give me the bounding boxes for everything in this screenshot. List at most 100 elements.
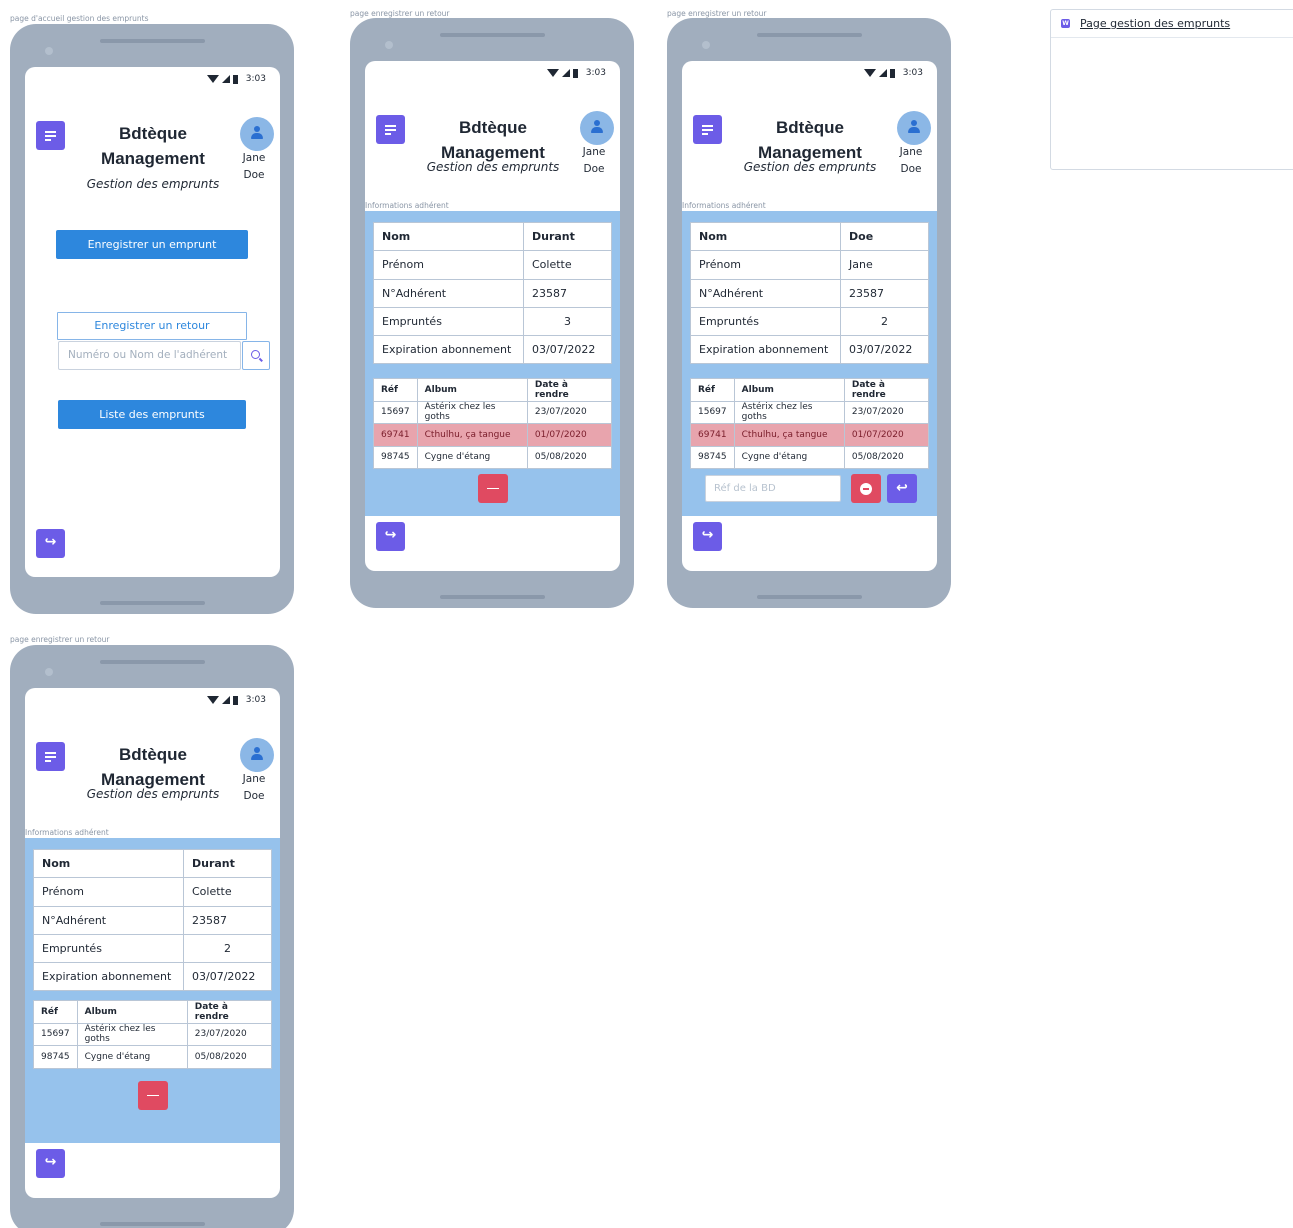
phone-return-1: 3:03 Bdtèque Management Gestion des empr… bbox=[350, 18, 634, 608]
cell: 2 bbox=[183, 933, 272, 964]
remove-button[interactable] bbox=[138, 1081, 168, 1110]
cell: Empruntés bbox=[690, 306, 841, 337]
status-bar: 3:03 bbox=[546, 68, 606, 78]
battery-icon bbox=[232, 695, 238, 705]
user-last-name: Doe bbox=[243, 790, 265, 802]
app-subtitle: Gestion des emprunts bbox=[86, 177, 220, 191]
table-row[interactable]: 98745 Cygne d'étang 05/08/2020 bbox=[690, 445, 930, 469]
loan-list-button[interactable]: Liste des emprunts bbox=[58, 400, 246, 429]
cell: Astérix chez les goths bbox=[416, 400, 528, 424]
cell: Prénom bbox=[373, 250, 524, 280]
speaker bbox=[100, 39, 205, 43]
menu-button[interactable] bbox=[36, 121, 65, 150]
user-first-name: Jane bbox=[242, 152, 266, 164]
cell: 05/08/2020 bbox=[843, 445, 930, 469]
cell: 23587 bbox=[840, 278, 929, 308]
avatar[interactable] bbox=[580, 111, 614, 145]
share-forward-icon[interactable]: ↪ bbox=[693, 522, 722, 551]
status-time: 3:03 bbox=[902, 68, 923, 78]
cell: Expiration abonnement bbox=[690, 335, 841, 365]
member-info-table: Nom Durant Prénom Colette N°Adhérent 23587 … bbox=[33, 848, 272, 992]
menu-icon-line bbox=[45, 139, 51, 141]
table-row[interactable]: 15697 Astérix chez les goths 23/07/2020 bbox=[33, 1022, 273, 1046]
cell: Jane bbox=[840, 250, 929, 280]
col-header: Réf bbox=[373, 378, 418, 402]
status-time: 3:03 bbox=[245, 74, 266, 84]
cell: 01/07/2020 bbox=[843, 423, 930, 447]
table-row[interactable]: 15697 Astérix chez les goths 23/07/2020 bbox=[690, 400, 930, 424]
menu-icon bbox=[702, 125, 713, 127]
page-link[interactable]: Page gestion des emprunts bbox=[1080, 17, 1230, 30]
user-icon bbox=[254, 747, 260, 753]
return-screen-1: 3:03 Bdtèque Management Gestion des empr… bbox=[365, 61, 620, 571]
cell: 23/07/2020 bbox=[186, 1022, 273, 1046]
share-forward-icon[interactable]: ↪ bbox=[36, 529, 65, 558]
register-loan-button[interactable]: Enregistrer un emprunt bbox=[56, 230, 248, 259]
wifi-icon bbox=[206, 696, 219, 704]
section-label: Informations adhérent bbox=[682, 201, 766, 210]
table-row[interactable]: 15697 Astérix chez les goths 23/07/2020 bbox=[373, 400, 613, 424]
cell: Nom bbox=[373, 221, 524, 252]
cell: Colette bbox=[523, 250, 612, 280]
member-info-table: Nom Doe Prénom Jane N°Adhérent 23587 Emprun… bbox=[690, 221, 929, 365]
camera bbox=[45, 47, 53, 55]
minus-circle-bar bbox=[863, 487, 869, 490]
avatar[interactable] bbox=[240, 738, 274, 772]
menu-button[interactable] bbox=[36, 742, 65, 771]
menu-button[interactable] bbox=[376, 115, 405, 144]
return-screen-3: 3:03 Bdtèque Management Gestion des empr… bbox=[25, 688, 280, 1198]
battery-icon bbox=[572, 68, 578, 78]
cell: 2 bbox=[840, 306, 929, 337]
table-row[interactable]: 69741 Cthulhu, ça tangue 01/07/2020 bbox=[690, 423, 930, 447]
table-row[interactable]: 69741 Cthulhu, ça tangue 01/07/2020 bbox=[373, 423, 613, 447]
cell: Expiration abonnement bbox=[373, 335, 524, 365]
status-time: 3:03 bbox=[585, 68, 606, 78]
menu-icon bbox=[45, 752, 56, 754]
user-icon-body bbox=[908, 127, 920, 133]
menu-button[interactable] bbox=[693, 115, 722, 144]
cell: 03/07/2022 bbox=[840, 335, 929, 365]
member-search-input[interactable]: Numéro ou Nom de l'adhérent bbox=[58, 341, 241, 370]
user-last-name: Doe bbox=[243, 169, 265, 181]
app-subtitle: Gestion des emprunts bbox=[426, 160, 560, 174]
cell: Durant bbox=[183, 848, 272, 879]
avatar[interactable] bbox=[897, 111, 931, 145]
app-subtitle: Gestion des emprunts bbox=[743, 160, 877, 174]
cell: N°Adhérent bbox=[33, 905, 184, 935]
app-title: Bdtèque Management bbox=[413, 115, 573, 165]
share-forward-icon[interactable]: ↪ bbox=[36, 1149, 65, 1178]
cell: 05/08/2020 bbox=[186, 1045, 273, 1069]
remove-button[interactable] bbox=[478, 474, 508, 503]
page-badge: W bbox=[1061, 19, 1070, 28]
cell: 01/07/2020 bbox=[526, 423, 613, 447]
avatar[interactable] bbox=[240, 117, 274, 151]
cell: 98745 bbox=[33, 1045, 78, 1069]
status-bar: 3:03 bbox=[206, 74, 266, 84]
user-first-name: Jane bbox=[899, 146, 923, 158]
cell: 23587 bbox=[523, 278, 612, 308]
minus-icon bbox=[487, 487, 499, 490]
search-button[interactable] bbox=[242, 341, 270, 370]
cell: 03/07/2022 bbox=[183, 962, 272, 992]
share-forward-icon[interactable]: ↪ bbox=[376, 522, 405, 551]
cell: Cthulhu, ça tangue bbox=[733, 423, 845, 447]
loan-table: Réf Album Date à rendre 15697 Astérix chez … bbox=[373, 378, 613, 469]
app-title: Bdtèque Management bbox=[730, 115, 890, 165]
loan-table: Réf Album Date à rendre 15697 Astérix chez … bbox=[690, 378, 930, 469]
cell: Colette bbox=[183, 877, 272, 907]
cell: Cthulhu, ça tangue bbox=[416, 423, 528, 447]
cell: Cygne d'étang bbox=[76, 1045, 188, 1069]
cell: Nom bbox=[33, 848, 184, 879]
user-icon bbox=[911, 120, 917, 126]
cell: 98745 bbox=[690, 445, 735, 469]
bd-ref-input[interactable]: Réf de la BD bbox=[705, 475, 841, 502]
wifi-icon bbox=[206, 75, 219, 83]
table-row[interactable]: 98745 Cygne d'étang 05/08/2020 bbox=[33, 1045, 273, 1069]
reply-icon[interactable]: ↩ bbox=[887, 474, 917, 503]
app-subtitle: Gestion des emprunts bbox=[86, 787, 220, 801]
remove-button[interactable] bbox=[851, 474, 881, 503]
user-name: Jane Doe bbox=[891, 144, 931, 178]
menu-icon bbox=[385, 125, 396, 127]
table-row[interactable]: 98745 Cygne d'étang 05/08/2020 bbox=[373, 445, 613, 469]
register-return-button[interactable]: Enregistrer un retour bbox=[57, 312, 247, 340]
